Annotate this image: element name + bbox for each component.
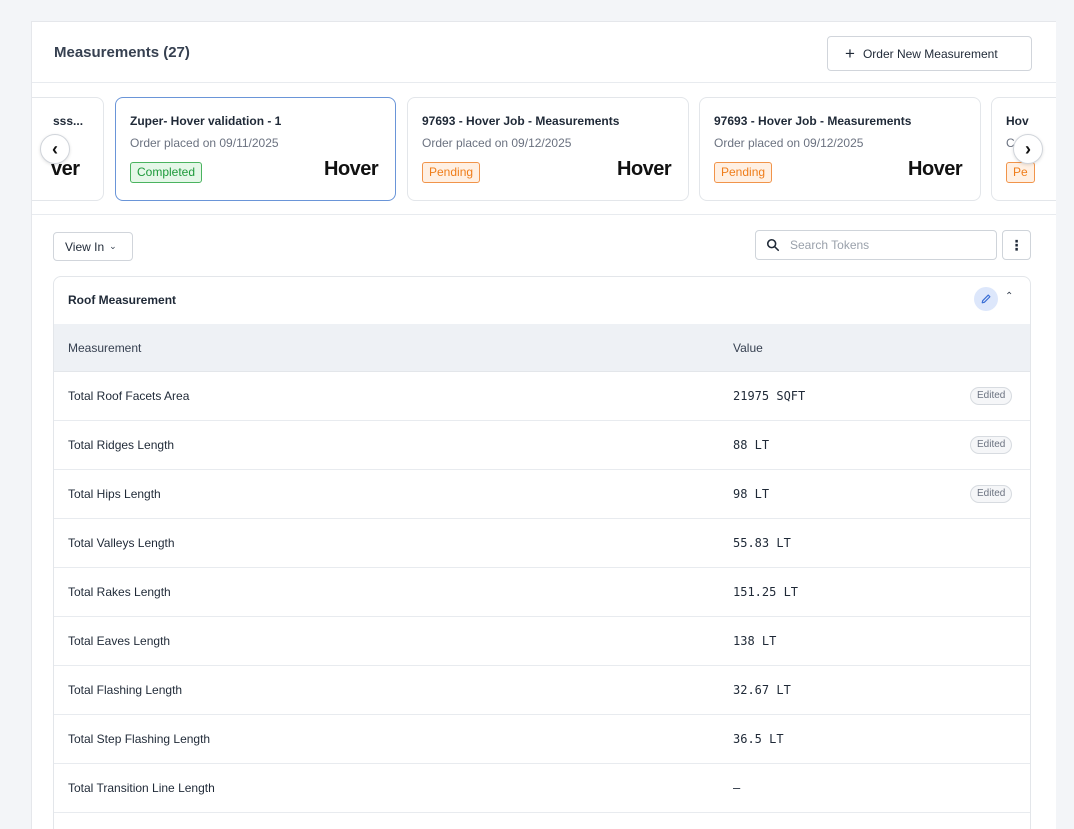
hover-logo: Hover [617, 158, 672, 180]
chevron-down-icon: ⌄ [109, 241, 117, 251]
measurement-name: Total Rakes Length [68, 585, 171, 599]
order-card-title: Hov [1006, 114, 1029, 128]
measurement-name: Total Transition Line Length [68, 781, 215, 795]
order-card-date: Order placed on 09/11/2025 [130, 136, 279, 150]
measurement-name: Total Eaves Length [68, 634, 171, 648]
order-card-selected[interactable]: Zuper- Hover validation - 1 Order placed… [115, 97, 396, 201]
search-input[interactable] [790, 238, 990, 252]
order-card-date: Order placed on 09/12/2025 [422, 136, 572, 150]
measurement-value: 151.25 LT [733, 585, 799, 599]
measurement-value: 21975 SQFT [733, 389, 806, 403]
chevron-left-icon: ‹ [52, 138, 58, 159]
measurement-orders-carousel: sss... ver Zuper- Hover validation - 1 O… [32, 84, 1056, 215]
more-options-button[interactable]: ⋮ [1002, 230, 1031, 260]
measurement-name: Total Ridges Length [68, 438, 175, 452]
panel-header: Measurements (27) + Order New Measuremen… [32, 22, 1056, 83]
pencil-icon [981, 294, 991, 304]
measurement-value: 55.83 LT [733, 536, 791, 550]
table-row[interactable]: Total Roof Facets Area 21975 SQFT Edited [54, 372, 1030, 421]
measurement-value: 98 LT [733, 487, 770, 501]
order-card-date: Order placed on 09/12/2025 [714, 136, 864, 150]
order-card[interactable]: 97693 - Hover Job - Measurements Order p… [699, 97, 981, 201]
column-header-measurement: Measurement [68, 341, 142, 355]
order-button-label: Order New Measurement [862, 46, 998, 61]
table-row[interactable]: Total Rakes Length 151.25 LT [54, 568, 1030, 617]
status-badge: Pe [1006, 162, 1035, 183]
order-card-title: Zuper- Hover validation - 1 [130, 114, 282, 128]
measurement-rows: Total Roof Facets Area 21975 SQFT Edited… [54, 372, 1030, 813]
measurement-name: Total Valleys Length [68, 536, 175, 550]
section-header: Roof Measurement ⌃ [54, 277, 1030, 324]
carousel-prev-button[interactable]: ‹ [40, 134, 70, 164]
measurements-toolbar: View In ⌄ ⋮ [32, 216, 1056, 276]
table-row[interactable]: Total Transition Line Length — [54, 764, 1030, 813]
edited-badge: Edited [970, 387, 1013, 405]
measurement-name: Total Hips Length [68, 487, 161, 501]
hover-logo: Hover [908, 158, 963, 180]
table-row[interactable]: Total Step Flashing Length 36.5 LT [54, 715, 1030, 764]
view-in-dropdown[interactable]: View In ⌄ [53, 232, 133, 261]
edited-badge: Edited [970, 485, 1013, 503]
plus-icon: + [845, 44, 855, 63]
chevron-right-icon: › [1025, 138, 1031, 159]
order-card-title: 97693 - Hover Job - Measurements [422, 114, 620, 128]
status-badge: Pending [422, 162, 481, 183]
measurements-panel: Measurements (27) + Order New Measuremen… [31, 21, 1056, 829]
table-row[interactable]: Total Valleys Length 55.83 LT [54, 519, 1030, 568]
measurement-name: Total Roof Facets Area [68, 389, 190, 403]
measurement-value: 88 LT [733, 438, 770, 452]
order-card-title: sss... [53, 114, 84, 128]
table-row[interactable]: Total Ridges Length 88 LT Edited [54, 421, 1030, 470]
order-card[interactable]: 97693 - Hover Job - Measurements Order p… [407, 97, 689, 201]
measurement-value: — [733, 781, 741, 795]
table-row[interactable]: Total Eaves Length 138 LT [54, 617, 1030, 666]
collapse-section-button[interactable]: ⌃ [1005, 291, 1013, 302]
measurement-value: 36.5 LT [733, 732, 784, 746]
chevron-up-icon: ⌃ [1005, 291, 1014, 302]
order-new-measurement-button[interactable]: + Order New Measurement [827, 36, 1032, 71]
column-header-value: Value [733, 341, 763, 355]
roof-measurement-section: Roof Measurement ⌃ Measurement Value Tot… [53, 276, 1031, 829]
measurement-name: Total Step Flashing Length [68, 732, 211, 746]
section-title: Roof Measurement [68, 293, 177, 307]
search-tokens-box[interactable] [755, 230, 997, 260]
edit-section-button[interactable] [974, 287, 998, 311]
measurement-value: 32.67 LT [733, 683, 791, 697]
edited-badge: Edited [970, 436, 1013, 454]
hover-logo: Hover [324, 158, 379, 180]
page-title: Measurements (27) [54, 44, 190, 61]
measurement-name: Total Flashing Length [68, 683, 183, 697]
status-badge: Completed [130, 162, 203, 183]
kebab-icon: ⋮ [1009, 236, 1024, 253]
carousel-next-button[interactable]: › [1013, 134, 1043, 164]
table-row[interactable]: Total Flashing Length 32.67 LT [54, 666, 1030, 715]
status-badge: Pending [714, 162, 773, 183]
view-in-label: View In [65, 239, 105, 254]
table-row[interactable]: Total Hips Length 98 LT Edited [54, 470, 1030, 519]
search-icon [766, 238, 780, 252]
measurement-value: 138 LT [733, 634, 777, 648]
order-card-title: 97693 - Hover Job - Measurements [714, 114, 912, 128]
table-header: Measurement Value [54, 324, 1030, 372]
